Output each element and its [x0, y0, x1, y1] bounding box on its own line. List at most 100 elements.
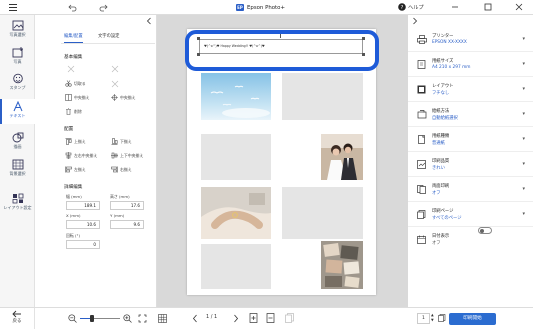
draw-icon — [12, 132, 23, 143]
close-button[interactable] — [514, 2, 524, 12]
print-quality-icon — [417, 160, 426, 169]
grid-icon[interactable] — [158, 314, 167, 323]
x-field[interactable]: 10.6 — [66, 220, 100, 229]
duplicate-page-icon[interactable] — [285, 313, 294, 323]
chevron-down-icon: ▾ — [522, 186, 525, 192]
collapse-right-panel-icon[interactable] — [412, 17, 418, 25]
rail-photo-select[interactable]: 写真選択 — [0, 18, 35, 43]
tab-text-settings[interactable]: 文字の設定 — [98, 32, 119, 43]
align-right-button[interactable]: 右揃え — [111, 165, 132, 174]
rotate-field[interactable]: 0 — [66, 240, 100, 249]
help-button[interactable]: ? ヘルプ — [398, 3, 424, 11]
empty-photo-slot[interactable] — [201, 244, 271, 289]
empty-photo-slot[interactable] — [282, 187, 363, 239]
svg-text:?: ? — [401, 5, 404, 11]
help-icon: ? — [398, 3, 406, 11]
add-photo-icon — [12, 47, 23, 58]
cut-button[interactable]: 切取る — [65, 79, 86, 88]
empty-photo-slot[interactable] — [282, 73, 363, 120]
print-quality-setting[interactable]: 印刷品質 きれい ▾ — [408, 153, 533, 177]
maximize-button[interactable] — [483, 2, 493, 12]
photo-rings[interactable] — [201, 187, 271, 239]
detail-edit-title: 詳細編集 — [64, 185, 83, 190]
delete-button[interactable]: 削除 — [65, 107, 82, 116]
paper-size-setting[interactable]: 用紙サイズ A4 210 x 297 mm ▾ — [408, 53, 533, 77]
undo-icon[interactable] — [68, 3, 77, 12]
print-pages-setting[interactable]: 印刷ページ すべてのページ ▾ — [408, 203, 533, 227]
copies-icon — [438, 314, 446, 322]
back-button[interactable]: 戻る — [0, 308, 35, 329]
rail-stamp[interactable]: スタンプ — [0, 71, 35, 96]
center-arrange-label: 中央揃え — [120, 94, 136, 100]
copies-input[interactable]: 1 — [417, 313, 430, 324]
rail-photo[interactable]: 写真 — [0, 45, 35, 70]
print-quality-value: きれい — [432, 166, 445, 171]
start-print-button[interactable]: 印刷開始 — [449, 313, 496, 325]
layout-icon — [12, 193, 23, 204]
rail-background[interactable]: 背景選択 — [0, 157, 35, 182]
align-vcenter-button[interactable]: 上下中央揃え — [111, 151, 143, 160]
tab-edit-arrange[interactable]: 編集/配置 — [64, 32, 83, 43]
paper-size-label: 用紙サイズ — [432, 59, 454, 64]
printer-setting[interactable]: プリンター EPSON XX-XXXX ▾ — [408, 28, 533, 52]
layout-label: レイアウト — [432, 84, 454, 89]
trash-icon — [66, 108, 71, 115]
rail-label: スタンプ — [9, 85, 26, 90]
delete-page-icon[interactable] — [266, 313, 275, 323]
chevron-down-icon: ▾ — [522, 86, 525, 92]
layout-setting[interactable]: レイアウト フチなし ▾ — [408, 78, 533, 102]
duplex-value: オフ — [432, 191, 441, 196]
align-top-icon — [65, 138, 72, 145]
width-label: 幅 (mm) — [66, 194, 82, 199]
photo-collage[interactable] — [321, 241, 363, 289]
zoom-in-icon[interactable] — [123, 314, 132, 323]
photo-sky[interactable] — [201, 73, 271, 120]
paper-source-setting[interactable]: 給紙方法 自動給紙選択 ▾ — [408, 103, 533, 127]
rail-layout-settings[interactable]: レイアウト設定 — [0, 191, 35, 223]
chevron-down-icon: ▾ — [522, 161, 525, 167]
align-hcenter-icon — [65, 152, 72, 159]
collapse-left-panel-icon[interactable] — [146, 17, 152, 25]
paper-type-value: 普通紙 — [432, 141, 445, 146]
basic-edit-title: 基本編集 — [64, 55, 83, 60]
chevron-down-icon: ▾ — [522, 136, 525, 142]
zoom-slider-thumb[interactable] — [90, 315, 94, 322]
y-field[interactable]: 9.6 — [110, 220, 144, 229]
width-field[interactable]: 189.1 — [66, 201, 100, 210]
fit-page-icon[interactable] — [138, 314, 147, 323]
back-arrow-icon — [12, 310, 21, 318]
align-bottom-button[interactable]: 下揃え — [111, 137, 132, 146]
duplex-setting[interactable]: 両面印刷 オフ ▾ — [408, 178, 533, 202]
rail-label: 描画 — [13, 144, 22, 149]
align-top-button[interactable]: 上揃え — [65, 137, 86, 146]
rail-draw[interactable]: 描画 — [0, 130, 35, 155]
align-hcenter-button[interactable]: 左右中央揃え — [65, 151, 97, 160]
rail-text[interactable]: テキスト — [0, 99, 35, 124]
prev-page-icon[interactable] — [192, 314, 198, 323]
height-field[interactable]: 17.6 — [110, 201, 144, 210]
paper-type-label: 用紙種類 — [432, 134, 450, 139]
copies-stepper[interactable]: ▲ ▼ — [431, 313, 434, 323]
printer-label: プリンター — [432, 34, 454, 39]
empty-photo-slot[interactable] — [201, 134, 271, 180]
menu-icon[interactable] — [8, 3, 18, 12]
date-display-value: オフ — [432, 241, 441, 246]
paper-type-icon — [418, 135, 425, 144]
tab-divider — [61, 43, 155, 44]
center-arrange-button[interactable]: 中央揃え — [111, 93, 136, 102]
minimize-button[interactable] — [450, 2, 460, 12]
zoom-out-icon[interactable] — [68, 314, 77, 323]
rail-label: 写真 — [13, 59, 22, 64]
paper-type-setting[interactable]: 用紙種類 普通紙 ▾ — [408, 128, 533, 152]
photo-couple[interactable] — [321, 134, 363, 180]
date-display-toggle[interactable] — [478, 227, 492, 234]
redo-icon[interactable] — [99, 3, 108, 12]
align-center-button[interactable]: 中央揃え — [65, 93, 90, 102]
app-title-text: Epson Photo+ — [247, 4, 285, 11]
paper-source-value: 自動給紙選択 — [432, 116, 458, 121]
next-page-icon[interactable] — [233, 314, 239, 323]
align-hcenter-label: 左右中央揃え — [74, 152, 98, 158]
align-left-button[interactable]: 左揃え — [65, 165, 86, 174]
add-page-icon[interactable] — [249, 313, 258, 323]
printer-icon — [417, 35, 427, 44]
